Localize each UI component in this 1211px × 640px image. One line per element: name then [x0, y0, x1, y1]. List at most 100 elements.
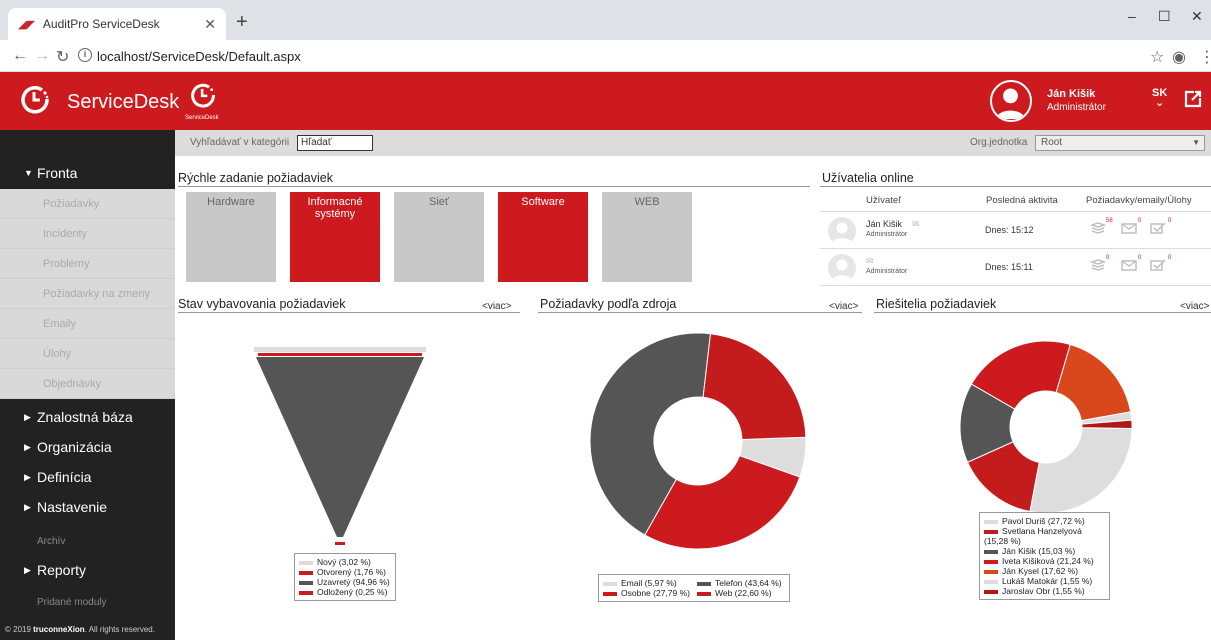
forward-icon[interactable]: → — [34, 47, 50, 65]
legend-item: Email (5,97 %) — [603, 578, 691, 588]
online-user-time: Dnes: 15:11 — [985, 262, 1033, 272]
legend-swatch — [984, 529, 998, 534]
tile-hardware[interactable]: Hardware — [186, 192, 276, 282]
caret-right-icon: ▶ — [24, 472, 31, 482]
legend-label: Telefon (43,64 %) — [715, 578, 782, 588]
sidebar-item-label: Organizácia — [37, 439, 112, 455]
sidebar-item-organizacia[interactable]: ▶ Organizácia — [0, 432, 175, 462]
back-icon[interactable]: ← — [12, 47, 28, 65]
envelope-icon[interactable]: ✉ — [912, 219, 920, 230]
menu-dots-icon[interactable]: ⋮ — [1199, 47, 1211, 67]
org-unit-select[interactable]: Root ▼ — [1035, 135, 1205, 151]
legend-item: Nový (3,02 %) — [299, 557, 391, 567]
legend-item: Osobne (27,79 %) — [603, 588, 691, 598]
profile-icon[interactable]: ◉ — [1172, 47, 1186, 67]
new-tab-button[interactable]: + — [236, 12, 248, 32]
sidebar-item-pridane-moduly[interactable]: Pridané moduly — [37, 597, 106, 608]
sidebar-item-definicia[interactable]: ▶ Definícia — [0, 462, 175, 492]
emails-count: 0 — [1138, 218, 1142, 224]
sidebar-item-fronta[interactable]: ▼ Fronta — [0, 158, 175, 188]
online-user-row[interactable]: Ján Kišik ✉ Administrátor Dnes: 15:12 58… — [820, 213, 1211, 249]
browser-tab-strip: ◢◤ AuditPro ServiceDesk ✕ + – ☐ ✕ — [0, 0, 1211, 40]
tile-software[interactable]: Software — [498, 192, 588, 282]
legend-item: Jaroslav Obr (1,55 %) — [984, 586, 1105, 596]
col-user: Užívateľ — [866, 195, 901, 206]
requests-stack-icon[interactable] — [1090, 222, 1106, 234]
legend-label: Odložený (0,25 %) — [317, 587, 388, 597]
col-activity: Posledná aktivita — [986, 195, 1058, 206]
url-field[interactable]: localhost/ServiceDesk/Default.aspx — [97, 49, 301, 64]
quick-title: Rýchle zadanie požiadaviek — [178, 171, 333, 185]
sidebar-subitem-objednavky[interactable]: Objednávky — [0, 369, 175, 399]
user-silhouette-icon — [831, 222, 853, 245]
maximize-icon[interactable]: ☐ — [1158, 8, 1171, 25]
sidebar-item-reporty[interactable]: ▶ Reporty — [0, 555, 175, 585]
sidebar-subitem-incidenty[interactable]: Incidenty — [0, 219, 175, 249]
solvers-more-link[interactable]: <viac> — [1180, 301, 1209, 312]
brand-name: ServiceDesk — [67, 91, 180, 113]
sidebar-item-archiv[interactable]: Archív — [37, 536, 65, 547]
browser-tab[interactable]: ◢◤ AuditPro ServiceDesk ✕ — [8, 8, 226, 40]
requests-count: 0 — [1106, 255, 1110, 261]
legend-item: Ján Kysel (17,62 %) — [984, 566, 1105, 576]
sidebar-item-label: Definícia — [37, 469, 92, 485]
sidebar-subitem-poziadavky[interactable]: Požiadavky — [0, 189, 175, 219]
legend-label: Osobne (27,79 %) — [621, 588, 690, 598]
solvers-donut-chart — [960, 341, 1132, 513]
solvers-legend: Pavol Duriš (27,72 %) Svetlana Hanzelyová… — [979, 512, 1110, 600]
reload-icon[interactable]: ↻ — [56, 47, 69, 67]
source-more-link[interactable]: <viac> — [829, 301, 858, 312]
org-unit-label: Org.jednotka — [970, 137, 1028, 148]
solvers-title: Riešitelia požiadaviek — [876, 297, 997, 311]
task-icon[interactable] — [1150, 259, 1166, 271]
email-icon[interactable] — [1121, 259, 1137, 271]
language-switcher[interactable]: SK ⌄ — [1152, 88, 1167, 109]
tile-web[interactable]: WEB — [602, 192, 692, 282]
legend-swatch — [984, 549, 998, 554]
brand[interactable]: ServiceDesk — [0, 72, 179, 130]
user-avatar[interactable] — [990, 80, 1032, 122]
sidebar-subitem-problemy[interactable]: Problémy — [0, 249, 175, 279]
legend-swatch — [299, 560, 313, 565]
bookmark-star-icon[interactable]: ☆ — [1150, 47, 1164, 67]
legend-label: Iveta Kišiková (21,24 %) — [1002, 556, 1094, 566]
legend-item: Otvorený (1,76 %) — [299, 567, 391, 577]
logout-icon[interactable] — [1183, 89, 1203, 109]
home-logo-icon[interactable] — [190, 82, 216, 108]
tab-close-icon[interactable]: ✕ — [204, 16, 216, 33]
sidebar-subitem-emaily[interactable]: Emaily — [0, 309, 175, 339]
envelope-icon[interactable]: ✉ — [866, 256, 874, 267]
divider — [874, 312, 1211, 313]
tile-siet[interactable]: Sieť — [394, 192, 484, 282]
legend-label: Web (22,60 %) — [715, 588, 772, 598]
divider — [820, 186, 1211, 187]
status-more-link[interactable]: <viac> — [482, 301, 511, 312]
online-user-row[interactable]: ✉ Administrátor Dnes: 15:11 0 0 0 — [820, 250, 1211, 286]
tile-informacne-systemy[interactable]: Informacné systémy — [290, 192, 380, 282]
search-input[interactable]: Hľadať — [297, 135, 373, 151]
online-user-name: Ján Kišik — [866, 219, 903, 229]
legend-swatch — [299, 570, 313, 575]
copyright-suffix: . All rights reserved. — [84, 625, 155, 634]
col-counts: Požiadavky/emaily/Úlohy — [1086, 195, 1192, 206]
slice-web — [702, 333, 806, 440]
caret-right-icon: ▶ — [24, 565, 31, 575]
minimize-icon[interactable]: – — [1128, 8, 1136, 24]
email-icon[interactable] — [1121, 222, 1137, 234]
legend-item: Ján Kišik (15,03 %) — [984, 546, 1105, 556]
info-icon[interactable]: i — [78, 48, 92, 62]
copyright: © 2019 truconneXion. All rights reserved… — [5, 625, 155, 634]
task-icon[interactable] — [1150, 222, 1166, 234]
sidebar-item-nastavenie[interactable]: ▶ Nastavenie — [0, 492, 175, 522]
sidebar-subitem-ulohy[interactable]: Úlohy — [0, 339, 175, 369]
funnel-segment-otvorený — [258, 353, 422, 356]
legend-label: Email (5,97 %) — [621, 578, 677, 588]
sidebar-subitem-zmeny[interactable]: Požiadavky na zmeny — [0, 279, 175, 309]
source-title: Požiadavky podľa zdroja — [540, 297, 677, 311]
close-window-icon[interactable]: ✕ — [1191, 8, 1203, 25]
servicedesk-logo-icon — [21, 86, 49, 114]
sidebar-item-label: Reporty — [37, 562, 87, 578]
copyright-prefix: © 2019 — [5, 625, 34, 634]
requests-stack-icon[interactable] — [1090, 259, 1106, 271]
sidebar-item-znalostna-baza[interactable]: ▶ Znalostná báza — [0, 402, 175, 432]
